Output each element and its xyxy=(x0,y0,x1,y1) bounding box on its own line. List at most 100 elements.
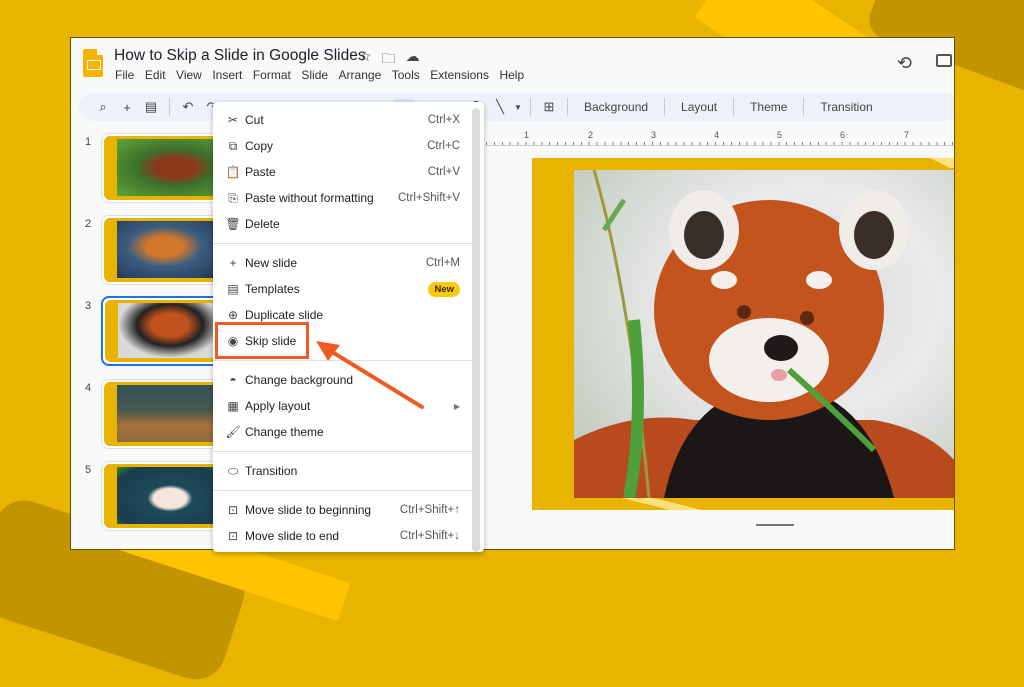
menu-item-label: New slide xyxy=(245,256,298,270)
duplicate-icon: ⊕ xyxy=(227,308,239,322)
toolbar-divider xyxy=(567,98,568,116)
menu-slide[interactable]: Slide xyxy=(301,68,328,82)
move-to-beginning-icon: ⊡ xyxy=(227,503,239,517)
slide-canvas[interactable] xyxy=(486,148,954,549)
slide-thumbnail[interactable] xyxy=(101,379,226,449)
ruler-tick-label: 7 xyxy=(904,130,910,140)
version-history-icon[interactable]: ⟲ xyxy=(897,53,912,74)
menu-divider xyxy=(213,490,472,491)
menu-help[interactable]: Help xyxy=(499,68,524,82)
menu-bar: File Edit View Insert Format Slide Arran… xyxy=(115,68,535,82)
toolbar-divider xyxy=(733,98,735,116)
templates-icon[interactable]: ▤ xyxy=(139,99,163,115)
horizontal-ruler[interactable]: 1 2 3 4 5 6 7 xyxy=(486,130,954,146)
rabbit-image xyxy=(117,467,223,524)
speaker-notes-handle[interactable] xyxy=(756,524,794,526)
menu-format[interactable]: Format xyxy=(253,68,291,82)
slide-thumbnail[interactable] xyxy=(101,133,226,203)
ruler-tick-label: 6 xyxy=(840,130,846,140)
menu-item-label: Delete xyxy=(245,217,280,231)
menu-item-move-slide-to-beginning[interactable]: ⊡ Move slide to beginning Ctrl+Shift+↑ xyxy=(213,497,484,523)
paste-icon: 📋 xyxy=(225,165,241,179)
document-title[interactable]: How to Skip a Slide in Google Slides xyxy=(114,47,366,65)
menu-item-label: Templates xyxy=(245,282,300,296)
menu-item-shortcut: Ctrl+V xyxy=(427,166,460,178)
line-icon[interactable]: ╲ xyxy=(488,99,512,115)
templates-icon: ▤ xyxy=(227,282,239,296)
skip-slide-highlight-box xyxy=(215,322,309,359)
comments-icon[interactable] xyxy=(936,54,952,67)
ruler-tick-label: 4 xyxy=(714,130,720,140)
theme-icon: 🖌 xyxy=(225,425,241,439)
menu-item-change-theme[interactable]: 🖌 Change theme xyxy=(213,419,484,445)
menu-arrange[interactable]: Arrange xyxy=(339,68,382,82)
slide-thumbnail[interactable] xyxy=(101,215,226,285)
move-to-end-icon: ⊡ xyxy=(227,529,239,543)
menu-item-label: Change theme xyxy=(245,425,324,439)
slide-decoration xyxy=(622,498,702,510)
menu-item-label: Cut xyxy=(245,113,264,127)
menu-item-label: Move slide to end xyxy=(245,529,340,543)
slides-app-window: How to Skip a Slide in Google Slides ☆ 🗀… xyxy=(70,37,955,550)
red-panda-illustration xyxy=(574,170,954,498)
menu-item-paste-without-formatting[interactable]: ⎘ Paste without formatting Ctrl+Shift+V xyxy=(213,185,484,211)
toolbar-divider xyxy=(664,98,666,116)
scissors-icon: ✂ xyxy=(227,113,239,127)
slide-thumbnail[interactable] xyxy=(101,461,226,531)
new-slide-icon[interactable]: + xyxy=(115,100,139,115)
search-menus-icon[interactable]: ⌕ xyxy=(91,99,115,115)
slide-number: 2 xyxy=(85,218,92,230)
paint-drop-icon: ◓ xyxy=(229,373,237,387)
menu-item-shortcut: Ctrl+Shift+↓ xyxy=(399,530,460,542)
transition-icon: ⬭ xyxy=(227,463,239,478)
menu-item-move-slide-to-end[interactable]: ⊡ Move slide to end Ctrl+Shift+↓ xyxy=(213,523,484,549)
menu-edit[interactable]: Edit xyxy=(145,68,166,82)
current-slide[interactable] xyxy=(532,158,954,510)
new-badge: New xyxy=(428,281,460,297)
menu-item-shortcut: Ctrl+M xyxy=(425,257,460,269)
slide-filmstrip: 1 2 3 4 5 xyxy=(71,126,226,549)
menu-item-new-slide[interactable]: + New slide Ctrl+M xyxy=(213,250,484,276)
line-dropdown-icon[interactable]: ▼ xyxy=(512,103,524,112)
plus-icon: + xyxy=(229,256,237,270)
menu-item-cut[interactable]: ✂ Cut Ctrl+X xyxy=(213,107,484,133)
menu-item-paste[interactable]: 📋 Paste Ctrl+V xyxy=(213,159,484,185)
menu-view[interactable]: View xyxy=(176,68,202,82)
menu-item-copy[interactable]: ⧉ Copy Ctrl+C xyxy=(213,133,484,159)
fox-image xyxy=(117,221,223,278)
transition-button[interactable]: Transition xyxy=(810,100,882,114)
background-button[interactable]: Background xyxy=(574,100,658,114)
undo-icon[interactable]: ↶ xyxy=(176,99,200,115)
menu-insert[interactable]: Insert xyxy=(212,68,242,82)
menu-item-templates[interactable]: ▤ Templates New xyxy=(213,276,484,302)
menu-extensions[interactable]: Extensions xyxy=(430,68,489,82)
submenu-arrow-icon: ▶ xyxy=(453,401,460,411)
ruler-tick-label: 2 xyxy=(588,130,594,140)
menu-item-delete[interactable]: 🗑 Delete xyxy=(213,211,484,237)
ruler-tick-label: 5 xyxy=(777,130,783,140)
deer-image xyxy=(117,385,223,442)
red-panda-photo[interactable] xyxy=(574,170,954,498)
title-bar: How to Skip a Slide in Google Slides ☆ 🗀… xyxy=(71,38,954,90)
red-panda-image xyxy=(117,139,223,196)
theme-button[interactable]: Theme xyxy=(740,100,797,114)
menu-item-shortcut: Ctrl+C xyxy=(427,140,460,152)
menu-item-label: Transition xyxy=(245,464,298,478)
menu-divider xyxy=(213,451,472,452)
copy-icon: ⧉ xyxy=(228,138,238,153)
menu-file[interactable]: File xyxy=(115,68,134,82)
ruler-tick-label: 3 xyxy=(651,130,657,140)
slide-thumbnail-selected[interactable] xyxy=(101,296,226,366)
toolbar-divider xyxy=(530,98,531,116)
menu-item-label: Move slide to beginning xyxy=(245,503,372,517)
add-comment-icon[interactable]: ⊞ xyxy=(537,99,561,115)
layout-button[interactable]: Layout xyxy=(671,100,727,114)
red-panda-image xyxy=(118,303,222,358)
slides-logo-icon[interactable] xyxy=(83,49,103,77)
menu-tools[interactable]: Tools xyxy=(392,68,420,82)
menu-item-shortcut: Ctrl+Shift+V xyxy=(398,192,460,204)
slide-number: 3 xyxy=(85,300,92,312)
menu-item-label: Paste without formatting xyxy=(245,191,374,205)
menu-item-transition[interactable]: ⬭ Transition xyxy=(213,458,484,484)
slide-number: 5 xyxy=(85,464,92,476)
